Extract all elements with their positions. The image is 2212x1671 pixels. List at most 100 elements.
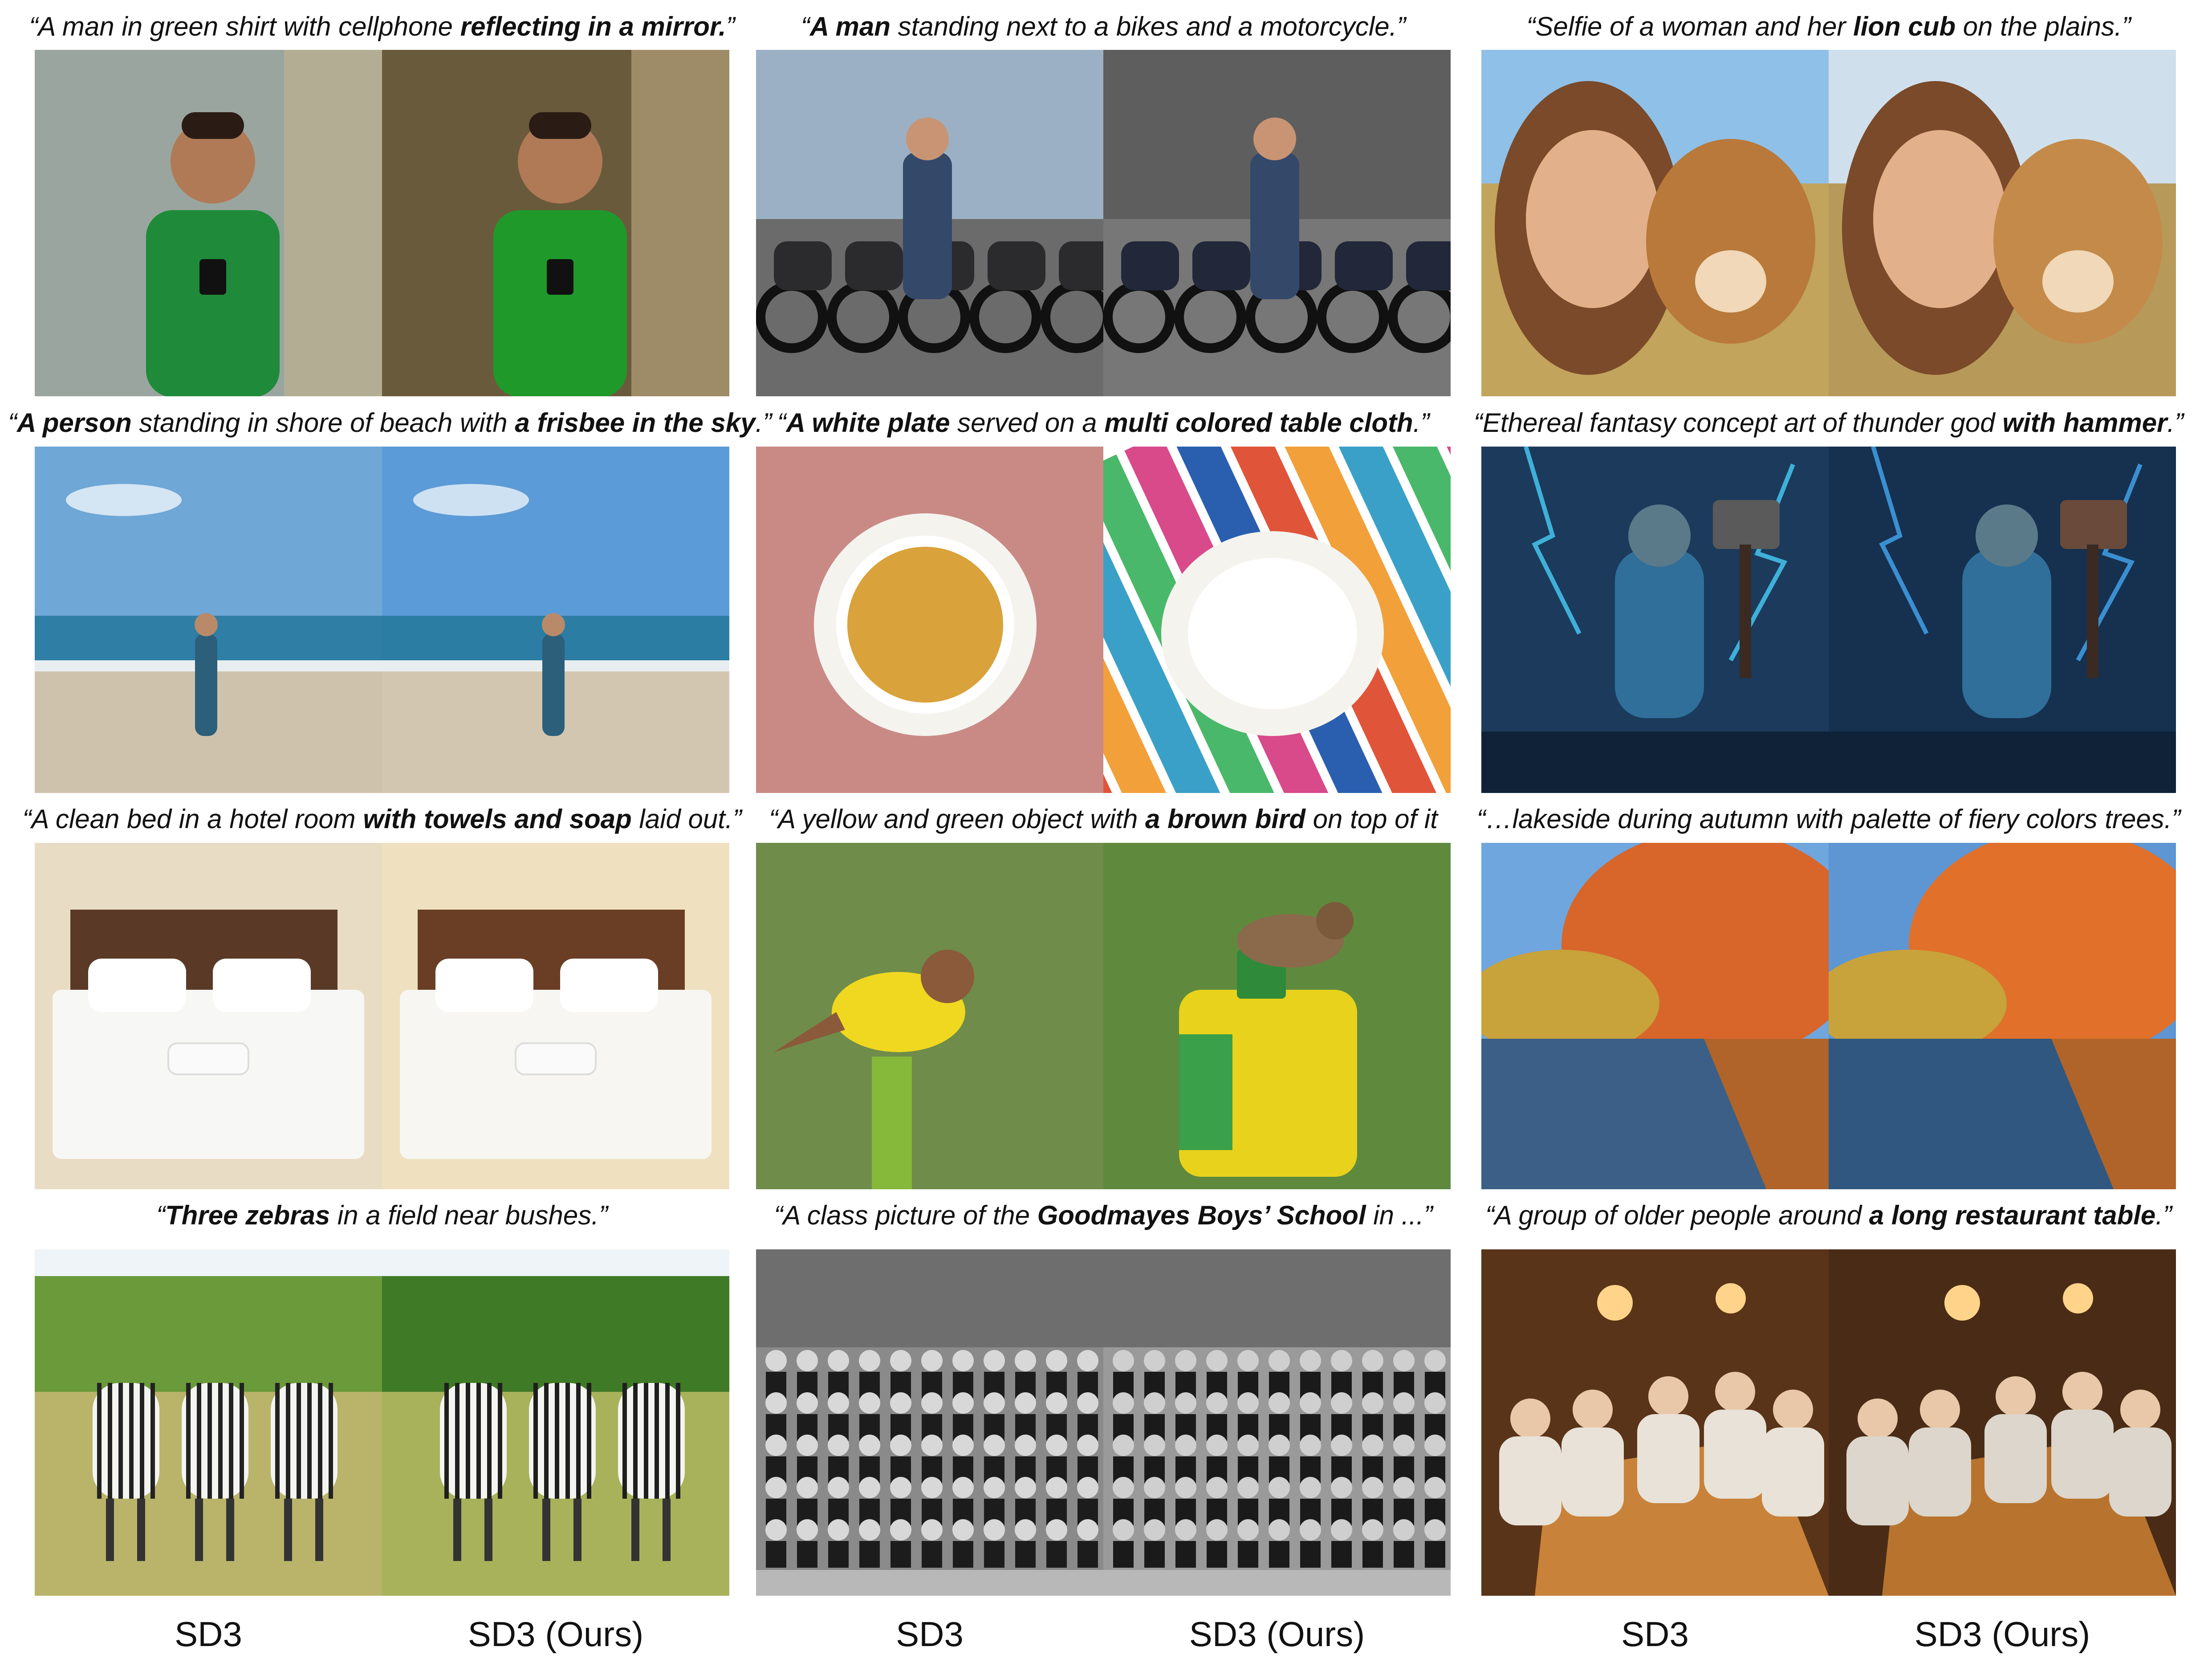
ours-image-picture: [1829, 447, 2176, 793]
ours-image-picture: [1103, 1249, 1451, 1596]
ours-image: [1829, 1249, 2176, 1596]
caption-text: “Ethereal fantasy concept art of thunder…: [1473, 408, 2003, 438]
caption-text: standing in shore of beach with: [131, 408, 515, 438]
caption-text: “: [801, 12, 810, 41]
baseline-image-picture: [35, 50, 382, 396]
ours-image: [1103, 843, 1451, 1189]
caption-text: .”: [1413, 408, 1430, 438]
caption-text: .”: [2155, 1200, 2172, 1230]
panel-caption: “A group of older people around a long r…: [1455, 1198, 2203, 1233]
baseline-image: [35, 1249, 382, 1596]
caption-text: on top of it: [1305, 804, 1438, 834]
caption-emphasis: multi colored table cloth: [1104, 408, 1413, 438]
caption-text: “A clean bed in a hotel room: [22, 804, 363, 834]
caption-text: “: [156, 1200, 166, 1230]
baseline-image-picture: [1481, 843, 1829, 1189]
caption-text: in a field near bushes.”: [330, 1200, 608, 1230]
ours-image-picture: [382, 50, 729, 396]
ours-image: [1103, 50, 1451, 396]
caption-text: “A man in green shirt with cellphone: [29, 12, 460, 41]
ours-image-picture: [1829, 50, 2176, 396]
caption-emphasis: A white plate: [786, 408, 950, 438]
baseline-image: [1481, 1249, 1829, 1596]
caption-emphasis: A man: [809, 12, 890, 41]
baseline-image: [756, 447, 1103, 793]
caption-text: on the plains.”: [1956, 12, 2131, 41]
panel-caption: “A yellow and green object with a brown …: [729, 801, 1477, 837]
ours-image-picture: [1829, 843, 2176, 1189]
ours-image: [1829, 447, 2176, 793]
panel-caption: “Selfie of a woman and her lion cub on t…: [1455, 9, 2203, 45]
caption-text: “: [777, 408, 786, 438]
ours-image-picture: [1829, 1249, 2176, 1596]
panel-caption: “A white plate served on a multi colored…: [729, 405, 1477, 441]
method-label-baseline: SD3: [1621, 1614, 1689, 1654]
ours-image: [1103, 1249, 1451, 1596]
baseline-image: [35, 447, 382, 793]
panel-caption: “A class picture of the Goodmayes Boys’ …: [729, 1198, 1477, 1233]
baseline-image-picture: [1481, 50, 1829, 396]
panel-caption: “A man in green shirt with cellphone ref…: [8, 9, 756, 45]
baseline-image: [1481, 843, 1829, 1189]
ours-image-picture: [1103, 447, 1451, 793]
baseline-image: [756, 1249, 1103, 1596]
ours-image: [382, 1249, 729, 1596]
method-label-baseline: SD3: [175, 1614, 242, 1654]
panel-caption: “A person standing in shore of beach wit…: [8, 405, 772, 441]
baseline-image-picture: [35, 843, 382, 1189]
caption-emphasis: with hammer: [2002, 408, 2167, 438]
ours-image: [1829, 50, 2176, 396]
baseline-image-picture: [1481, 447, 1829, 793]
method-label-baseline: SD3: [896, 1614, 964, 1654]
caption-text: “…lakeside during autumn with palette of…: [1476, 804, 2181, 834]
ours-image-picture: [1103, 843, 1451, 1189]
caption-emphasis: A person: [16, 408, 132, 438]
ours-image: [382, 843, 729, 1189]
baseline-image: [1481, 447, 1829, 793]
method-label-ours: SD3 (Ours): [1914, 1614, 2090, 1654]
baseline-image: [756, 843, 1103, 1189]
caption-text: “Selfie of a woman and her: [1526, 12, 1854, 41]
ours-image-picture: [1103, 50, 1451, 396]
panel-caption: “Ethereal fantasy concept art of thunder…: [1455, 405, 2203, 441]
caption-text: laid out.”: [631, 804, 742, 834]
caption-emphasis: a brown bird: [1145, 804, 1306, 834]
ours-image-picture: [382, 447, 729, 793]
caption-emphasis: a long restaurant table: [1869, 1200, 2156, 1230]
method-label-ours: SD3 (Ours): [1189, 1614, 1365, 1654]
ours-image-picture: [382, 843, 729, 1189]
baseline-image: [35, 843, 382, 1189]
baseline-image-picture: [35, 1249, 382, 1596]
ours-image-picture: [382, 1249, 729, 1596]
baseline-image-picture: [756, 447, 1103, 793]
caption-text: .”: [2167, 408, 2184, 438]
ours-image: [1829, 843, 2176, 1189]
panel-caption: “A clean bed in a hotel room with towels…: [8, 801, 756, 837]
panel-caption: “…lakeside during autumn with palette of…: [1455, 801, 2203, 837]
caption-emphasis: with towels and soap: [363, 804, 632, 834]
caption-text: “A yellow and green object with: [769, 804, 1146, 834]
baseline-image: [756, 50, 1103, 396]
baseline-image-picture: [35, 447, 382, 793]
caption-emphasis: a frisbee in the sky: [515, 408, 756, 438]
baseline-image: [1481, 50, 1829, 396]
panel-caption: “Three zebras in a field near bushes.”: [8, 1198, 756, 1233]
baseline-image-picture: [756, 50, 1103, 396]
caption-text: standing next to a bikes and a motorcycl…: [890, 12, 1406, 41]
method-label-ours: SD3 (Ours): [468, 1614, 644, 1654]
caption-emphasis: Goodmayes Boys’ School: [1037, 1200, 1366, 1230]
caption-text: “: [8, 408, 17, 438]
baseline-image-picture: [756, 843, 1103, 1189]
caption-emphasis: lion cub: [1853, 12, 1956, 41]
caption-emphasis: reflecting in a mirror.: [460, 12, 726, 41]
ours-image: [382, 50, 729, 396]
baseline-image-picture: [1481, 1249, 1829, 1596]
caption-text: in ...”: [1366, 1200, 1433, 1230]
baseline-image: [35, 50, 382, 396]
caption-text: served on a: [950, 408, 1105, 438]
caption-text: “A group of older people around: [1485, 1200, 1869, 1230]
ours-image: [1103, 447, 1451, 793]
caption-text: “A class picture of the: [774, 1200, 1037, 1230]
panel-caption: “A man standing next to a bikes and a mo…: [729, 9, 1477, 45]
ours-image: [382, 447, 729, 793]
